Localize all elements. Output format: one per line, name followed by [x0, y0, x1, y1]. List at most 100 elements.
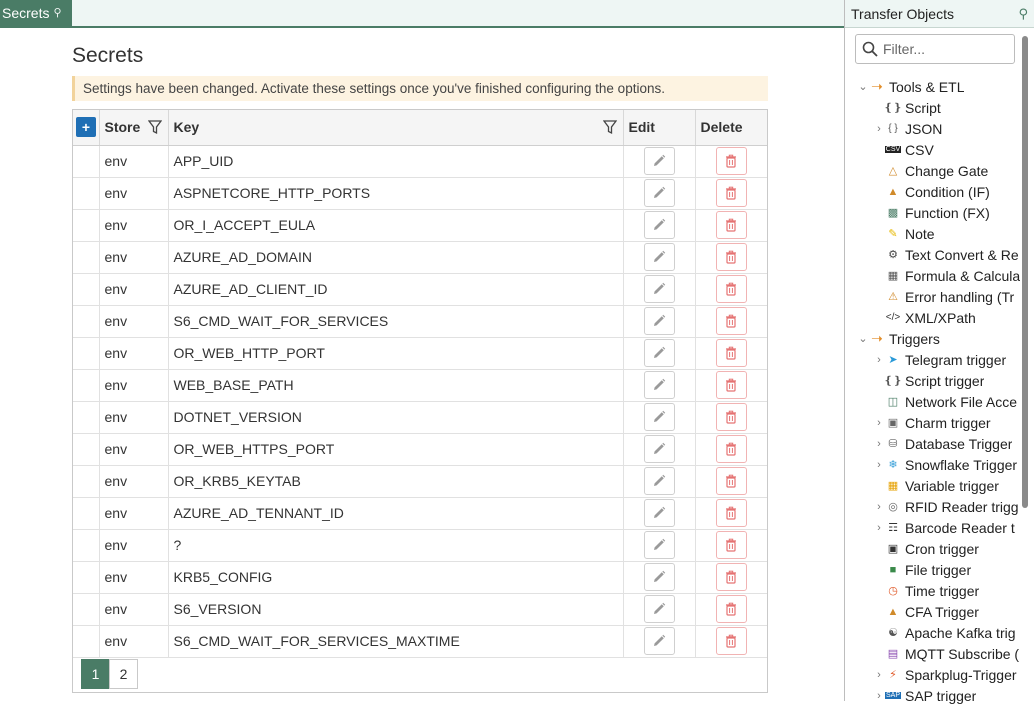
tree-item-kafka[interactable]: ☯ Apache Kafka trig [845, 622, 1021, 643]
edit-button[interactable] [643, 499, 675, 527]
tree-item-file[interactable]: ■ File trigger [845, 559, 1021, 580]
edit-button[interactable] [643, 563, 675, 591]
tree-item-arrow[interactable]: ⌄ ➝ Triggers [845, 328, 1021, 349]
page-button-2[interactable]: 2 [109, 659, 138, 689]
tree-item-network[interactable]: ◫ Network File Acce [845, 391, 1021, 412]
tree-item-barcode[interactable]: › ☶ Barcode Reader t [845, 517, 1021, 538]
table-row[interactable]: env OR_I_ACCEPT_EULA [73, 209, 767, 242]
tree-item-formula[interactable]: ▦ Formula & Calcula [845, 265, 1021, 286]
delete-button[interactable] [715, 403, 747, 431]
edit-button[interactable] [643, 243, 675, 271]
chevron-right-icon[interactable]: › [873, 354, 885, 366]
tree-item-mqtt[interactable]: ▤ MQTT Subscribe ( [845, 643, 1021, 664]
tree-item-arrow[interactable]: ⌄ ➝ Tools & ETL [845, 76, 1021, 97]
row-selector[interactable] [73, 305, 100, 338]
table-row[interactable]: env? [73, 529, 767, 562]
row-selector[interactable] [73, 177, 100, 210]
chevron-down-icon[interactable]: ⌄ [857, 80, 869, 93]
delete-button[interactable] [715, 531, 747, 559]
edit-button[interactable] [643, 147, 675, 175]
chevron-right-icon[interactable]: › [873, 690, 885, 702]
table-row[interactable]: env S6_CMD_WAIT_FOR_SERVICES [73, 305, 767, 338]
filter-icon[interactable] [602, 119, 617, 135]
tree-item-rfid[interactable]: › ◎ RFID Reader trigg [845, 496, 1021, 517]
pin-icon[interactable]: ⚲ [53, 0, 61, 26]
row-selector[interactable] [73, 497, 100, 530]
column-header-store[interactable]: Store [99, 110, 169, 146]
chevron-right-icon[interactable]: › [873, 522, 885, 534]
filter-icon[interactable] [147, 119, 162, 135]
table-row[interactable]: env S6_VERSION [73, 593, 767, 626]
delete-button[interactable] [715, 275, 747, 303]
delete-button[interactable] [715, 307, 747, 335]
table-row[interactable]: env APP_UID [73, 145, 767, 178]
page-button-1[interactable]: 1 [81, 659, 110, 689]
table-row[interactable]: env S6_CMD_WAIT_FOR_SERVICES_MAXTIME [73, 625, 767, 658]
table-row[interactable]: env KRB5_CONFIG [73, 561, 767, 594]
tree-item-script[interactable]: ❴❵ Script trigger [845, 370, 1021, 391]
tree-item-variable[interactable]: ▦ Variable trigger [845, 475, 1021, 496]
row-selector[interactable] [73, 337, 100, 370]
filter-field[interactable] [855, 34, 1015, 64]
tree-item-gate[interactable]: △ Change Gate [845, 160, 1021, 181]
edit-button[interactable] [643, 179, 675, 207]
table-row[interactable]: env DOTNET_VERSION [73, 401, 767, 434]
add-secret-button[interactable]: + [76, 117, 96, 138]
table-row[interactable]: env AZURE_AD_CLIENT_ID [73, 273, 767, 306]
edit-button[interactable] [643, 275, 675, 303]
delete-button[interactable] [715, 211, 747, 239]
row-selector[interactable] [73, 625, 100, 658]
row-selector[interactable] [73, 433, 100, 466]
column-header-key[interactable]: Key [168, 110, 624, 146]
edit-button[interactable] [643, 467, 675, 495]
pin-icon[interactable]: ⚲ [1018, 0, 1028, 28]
edit-button[interactable] [643, 339, 675, 367]
chevron-down-icon[interactable]: ⌄ [857, 332, 869, 345]
row-selector[interactable] [73, 465, 100, 498]
panel-scrollbar[interactable] [1022, 36, 1028, 508]
chevron-right-icon[interactable]: › [873, 417, 885, 429]
chevron-right-icon[interactable]: › [873, 123, 885, 135]
table-row[interactable]: env OR_KRB5_KEYTAB [73, 465, 767, 498]
tree-item-snowflake[interactable]: › ❄ Snowflake Trigger [845, 454, 1021, 475]
chevron-right-icon[interactable]: › [873, 501, 885, 513]
edit-button[interactable] [643, 371, 675, 399]
tab-secrets[interactable]: Secrets ⚲ [0, 0, 72, 26]
row-selector[interactable] [73, 369, 100, 402]
row-selector[interactable] [73, 273, 100, 306]
edit-button[interactable] [643, 307, 675, 335]
table-row[interactable]: env OR_WEB_HTTP_PORT [73, 337, 767, 370]
edit-button[interactable] [643, 627, 675, 655]
chevron-right-icon[interactable]: › [873, 459, 885, 471]
edit-button[interactable] [643, 435, 675, 463]
tree-item-note[interactable]: ✎ Note [845, 223, 1021, 244]
row-selector[interactable] [73, 561, 100, 594]
tree-item-time[interactable]: ◷ Time trigger [845, 580, 1021, 601]
tree-item-xml[interactable]: </> XML/XPath [845, 307, 1021, 328]
delete-button[interactable] [715, 563, 747, 591]
row-selector[interactable] [73, 209, 100, 242]
delete-button[interactable] [715, 371, 747, 399]
delete-button[interactable] [715, 499, 747, 527]
filter-input[interactable] [883, 41, 1003, 57]
edit-button[interactable] [643, 211, 675, 239]
tree-item-charm[interactable]: › ▣ Charm trigger [845, 412, 1021, 433]
table-row[interactable]: env OR_WEB_HTTPS_PORT [73, 433, 767, 466]
delete-button[interactable] [715, 339, 747, 367]
tree-item-error[interactable]: ⚠ Error handling (Tr [845, 286, 1021, 307]
tree-item-csv[interactable]: CSV CSV [845, 139, 1021, 160]
tree-item-database[interactable]: › ⛁ Database Trigger [845, 433, 1021, 454]
row-selector[interactable] [73, 241, 100, 274]
table-row[interactable]: env WEB_BASE_PATH [73, 369, 767, 402]
tree-item-script[interactable]: ❴❵ Script [845, 97, 1021, 118]
tree-item-telegram[interactable]: › ➤ Telegram trigger [845, 349, 1021, 370]
chevron-right-icon[interactable]: › [873, 669, 885, 681]
delete-button[interactable] [715, 595, 747, 623]
edit-button[interactable] [643, 531, 675, 559]
table-row[interactable]: env ASPNETCORE_HTTP_PORTS [73, 177, 767, 210]
chevron-right-icon[interactable]: › [873, 438, 885, 450]
delete-button[interactable] [715, 243, 747, 271]
delete-button[interactable] [715, 627, 747, 655]
edit-button[interactable] [643, 595, 675, 623]
delete-button[interactable] [715, 467, 747, 495]
